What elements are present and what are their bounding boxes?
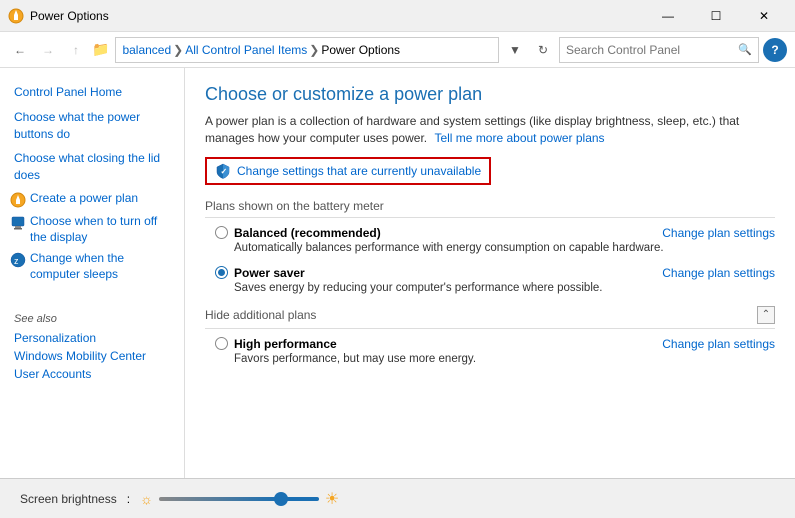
brightness-slider-container: ☼ ☀	[140, 489, 339, 509]
see-also-title: See also	[0, 305, 184, 329]
hide-plans-label: Hide additional plans	[205, 308, 316, 322]
title-bar: Power Options — ☐ ✕	[0, 0, 795, 32]
forward-button[interactable]: →	[36, 38, 60, 62]
folder-icon: 📁	[92, 41, 109, 58]
tell-me-more-link[interactable]: Tell me more about power plans	[434, 131, 604, 145]
crumb-power-options: Power Options	[321, 43, 400, 57]
brightness-thumb[interactable]	[274, 492, 288, 506]
plans-shown-label: Plans shown on the battery meter	[205, 199, 775, 218]
plan-header-high-perf: High performance Change plan settings	[215, 337, 775, 351]
title-bar-left: Power Options	[8, 8, 109, 24]
maximize-button[interactable]: ☐	[693, 1, 739, 31]
see-also-section: See also Personalization Windows Mobilit…	[0, 305, 184, 383]
plan-header-left-high-perf: High performance	[215, 337, 337, 351]
svg-text:✓: ✓	[221, 167, 228, 176]
plan-header-left-balanced: Balanced (recommended)	[215, 226, 381, 240]
plan-header-left-power-saver: Power saver	[215, 266, 305, 280]
refresh-button[interactable]: ↻	[531, 38, 555, 62]
svg-text:z: z	[14, 256, 19, 266]
main-layout: Control Panel Home Choose what the power…	[0, 68, 795, 478]
app-icon	[8, 8, 24, 24]
plan-item-power-saver: Power saver Change plan settings Saves e…	[205, 266, 775, 294]
sidebar-item-closing-lid[interactable]: Choose what closing the lid does	[0, 146, 184, 188]
collapse-button[interactable]: ⌃	[757, 306, 775, 324]
sidebar-item-turn-off-display[interactable]: Choose when to turn off the display	[0, 211, 184, 248]
change-plan-link-balanced[interactable]: Change plan settings	[662, 226, 775, 240]
sun-icon-small: ☼	[140, 491, 153, 507]
plan-name-balanced: Balanced (recommended)	[234, 226, 381, 240]
crumb-all-items[interactable]: All Control Panel Items	[185, 43, 307, 57]
brightness-track	[159, 497, 319, 501]
crumb-control-panel[interactable]: balanced	[122, 43, 171, 57]
path-separator-2: ❯	[309, 43, 319, 57]
sidebar-item-create-plan[interactable]: Create a power plan	[0, 188, 184, 211]
hide-additional-plans-section: Hide additional plans ⌃	[205, 306, 775, 329]
radio-dot-power-saver	[218, 269, 225, 276]
sidebar: Control Panel Home Choose what the power…	[0, 68, 185, 478]
radio-balanced[interactable]	[215, 226, 228, 239]
change-settings-label: Change settings that are currently unava…	[237, 164, 481, 178]
radio-high-perf[interactable]	[215, 337, 228, 350]
brightness-label: Screen brightness	[20, 492, 117, 506]
back-button[interactable]: ←	[8, 38, 32, 62]
sleep-icon: z	[10, 252, 26, 268]
plan-name-high-perf: High performance	[234, 337, 337, 351]
change-plan-link-high-perf[interactable]: Change plan settings	[662, 337, 775, 351]
up-button[interactable]: ↑	[64, 38, 88, 62]
plan-item-balanced: Balanced (recommended) Change plan setti…	[205, 226, 775, 254]
content-description: A power plan is a collection of hardware…	[205, 113, 775, 147]
create-plan-icon	[10, 192, 26, 208]
plan-header-power-saver: Power saver Change plan settings	[215, 266, 775, 280]
sidebar-link-user-accounts[interactable]: User Accounts	[0, 365, 184, 383]
close-button[interactable]: ✕	[741, 1, 787, 31]
shield-icon: ✓	[215, 163, 231, 179]
content-area: Choose or customize a power plan A power…	[185, 68, 795, 478]
plan-item-high-perf: High performance Change plan settings Fa…	[205, 337, 775, 365]
sidebar-link-mobility[interactable]: Windows Mobility Center	[0, 347, 184, 365]
create-plan-label: Create a power plan	[30, 191, 138, 207]
sidebar-item-control-panel-home[interactable]: Control Panel Home	[0, 80, 184, 105]
plan-name-power-saver: Power saver	[234, 266, 305, 280]
change-plan-link-power-saver[interactable]: Change plan settings	[662, 266, 775, 280]
turn-off-display-label: Choose when to turn off the display	[30, 214, 174, 245]
search-box: 🔍	[559, 37, 759, 63]
radio-power-saver[interactable]	[215, 266, 228, 279]
minimize-button[interactable]: —	[645, 1, 691, 31]
address-path[interactable]: balanced ❯ All Control Panel Items ❯ Pow…	[115, 37, 499, 63]
search-input[interactable]	[566, 43, 738, 57]
search-icon: 🔍	[738, 43, 752, 56]
sleep-label: Change when the computer sleeps	[30, 251, 174, 282]
window-controls: — ☐ ✕	[645, 1, 787, 31]
window-title: Power Options	[30, 9, 109, 23]
address-bar: ← → ↑ 📁 balanced ❯ All Control Panel Ite…	[0, 32, 795, 68]
plan-desc-power-saver: Saves energy by reducing your computer's…	[215, 282, 775, 294]
plan-header-balanced: Balanced (recommended) Change plan setti…	[215, 226, 775, 240]
sidebar-link-personalization[interactable]: Personalization	[0, 329, 184, 347]
bottom-bar: Screen brightness : ☼ ☀	[0, 478, 795, 518]
dropdown-button[interactable]: ▼	[503, 38, 527, 62]
sidebar-item-power-buttons[interactable]: Choose what the power buttons do	[0, 105, 184, 147]
plan-desc-high-perf: Favors performance, but may use more ene…	[215, 353, 775, 365]
plan-desc-balanced: Automatically balances performance with …	[215, 242, 775, 254]
path-separator-1: ❯	[173, 43, 183, 57]
help-button[interactable]: ?	[763, 38, 787, 62]
change-settings-button[interactable]: ✓ Change settings that are currently una…	[205, 157, 491, 185]
display-icon	[10, 215, 26, 231]
page-title: Choose or customize a power plan	[205, 84, 775, 105]
sidebar-item-sleep[interactable]: z Change when the computer sleeps	[0, 248, 184, 285]
sun-icon-large: ☀	[325, 489, 339, 509]
